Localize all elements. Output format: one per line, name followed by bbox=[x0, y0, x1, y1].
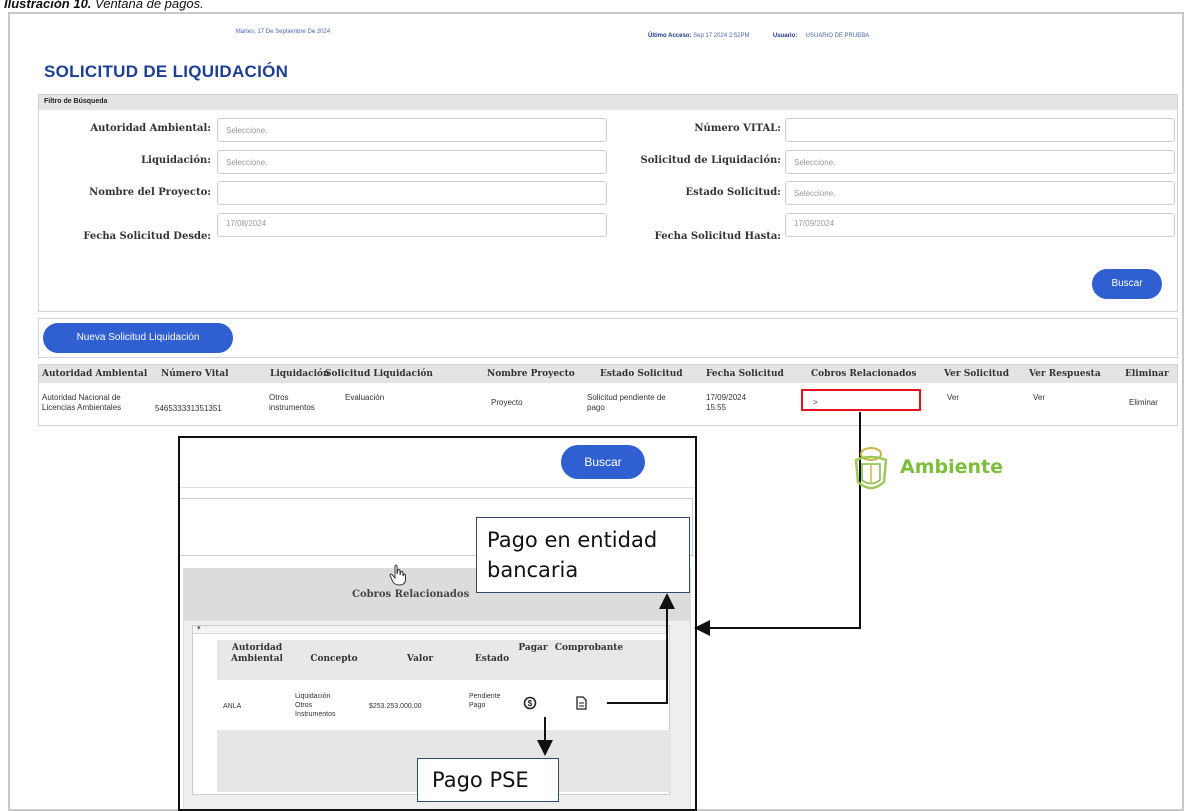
callout-pago-pse: Pago PSE bbox=[417, 758, 559, 802]
ambiente-logo: Ambiente bbox=[848, 444, 1018, 494]
arrow-cobros-to-inset bbox=[694, 412, 861, 636]
callout-pago-banco: Pago en entidad bancaria bbox=[476, 517, 690, 593]
colombia-shield-icon bbox=[854, 447, 888, 490]
ambiente-logo-text: Ambiente bbox=[900, 456, 1003, 478]
arrow-comprobante-to-banco bbox=[607, 593, 675, 704]
annotation-arrows bbox=[537, 412, 861, 756]
